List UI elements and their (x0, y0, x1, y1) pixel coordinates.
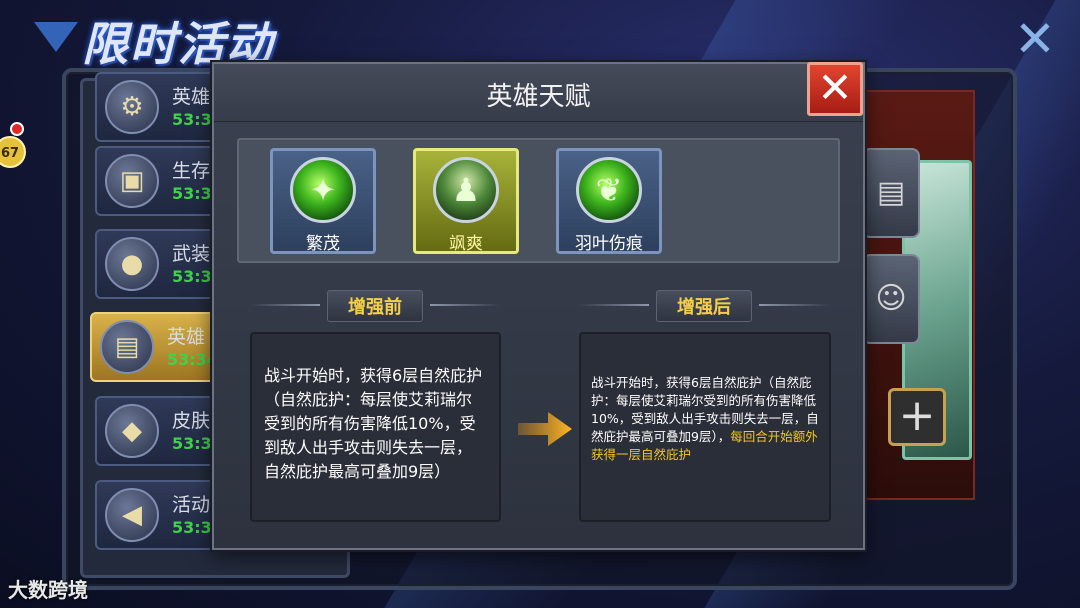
megaphone-icon: ◀ (105, 488, 159, 542)
head-icon: ☺ (875, 281, 907, 316)
notification-dot (10, 122, 24, 136)
divider (759, 304, 829, 306)
sidebar-item-timer: 53:34 (167, 350, 218, 369)
sidebar-item-label: 英雄 (167, 326, 206, 348)
before-description: 战斗开始时，获得6层自然庇护（自然庇护：每层使艾莉瑞尔受到的所有伤害降低10%，… (250, 332, 501, 522)
leaf-blade-icon: ✦ (290, 157, 356, 223)
sidebar-item-label: 生存 (172, 160, 211, 182)
modal-close-button[interactable]: ✕ (807, 62, 863, 116)
green-leaf-icon: ❦ (576, 157, 642, 223)
hooded-hero-icon: ♟ (433, 157, 499, 223)
talent-option-feather-wound[interactable]: ❦ 羽叶伤痕 (556, 148, 662, 254)
after-section-heading: 增强后 (579, 290, 829, 322)
talent-label: 飒爽 (449, 234, 483, 254)
brand-watermark: 大数跨境 (8, 578, 88, 602)
close-icon[interactable]: ✕ (1012, 14, 1058, 64)
sidebar-item-label: 皮肤 (172, 410, 211, 432)
modal-header: 英雄天赋 (214, 64, 863, 122)
arrow-right-icon (518, 412, 572, 446)
divider (250, 304, 320, 306)
treasure-chest-icon: ▤ (100, 320, 154, 374)
crate-icon: ▣ (105, 154, 159, 208)
after-heading-label: 增强后 (656, 290, 752, 322)
gem-chest-icon: ◆ (105, 404, 159, 458)
before-heading-label: 增强前 (327, 290, 423, 322)
sidebar-item-label: 英雄 (172, 86, 211, 108)
revolver-icon: ⚙ (105, 80, 159, 134)
divider (430, 304, 500, 306)
talent-option-valiant[interactable]: ♟ 飒爽 (413, 148, 519, 254)
gold-coins-icon: ● (105, 237, 159, 291)
modal-title: 英雄天赋 (486, 82, 591, 112)
add-button[interactable]: + (888, 388, 946, 446)
talent-label: 羽叶伤痕 (575, 234, 643, 254)
talent-option-lush[interactable]: ✦ 繁茂 (270, 148, 376, 254)
divider (579, 304, 649, 306)
talent-tab[interactable]: ☺ (862, 254, 920, 344)
sidebar-item-label: 活动 (172, 494, 211, 516)
level-badge: 67 (0, 136, 26, 168)
sidebar-item-label: 武装 (172, 243, 211, 265)
after-description: 战斗开始时，获得6层自然庇护（自然庇护：每层使艾莉瑞尔受到的所有伤害降低10%，… (579, 332, 831, 522)
document-icon: ▤ (876, 175, 906, 210)
document-tab[interactable]: ▤ (862, 148, 920, 238)
talent-label: 繁茂 (306, 234, 340, 254)
before-section-heading: 增强前 (250, 290, 500, 322)
title-arrow-icon (34, 22, 78, 52)
